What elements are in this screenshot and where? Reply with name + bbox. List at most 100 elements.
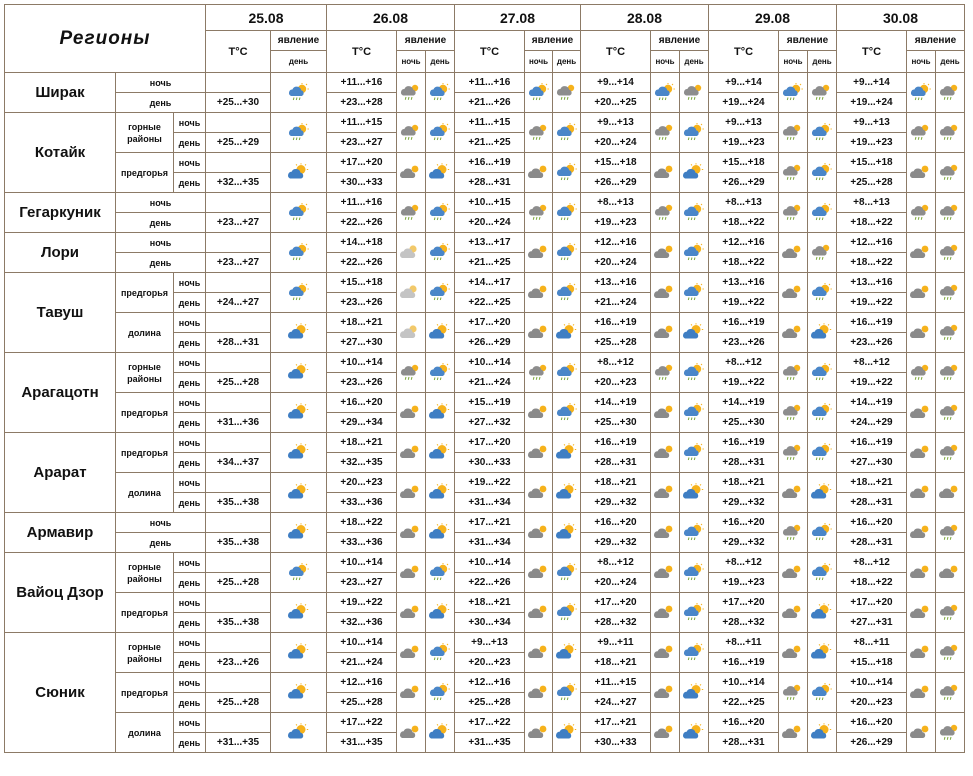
weather-cell	[679, 152, 709, 193]
weather-cell	[650, 472, 680, 513]
weather-cell	[679, 312, 709, 353]
cloud-icon	[937, 563, 963, 581]
weather-cell	[650, 632, 680, 673]
weather-cell	[679, 592, 709, 633]
temp-day: +32...+35	[205, 172, 271, 193]
weather-cell	[807, 672, 837, 713]
weather-cell	[778, 712, 808, 753]
weather-cell	[270, 72, 327, 113]
temp-day: +18...+22	[836, 252, 907, 273]
zone-label: предгорья	[115, 672, 174, 713]
weather-cell	[270, 312, 327, 353]
temp-day: +35...+38	[205, 532, 271, 553]
weather-cell	[807, 352, 837, 393]
sun-cloud-icon	[681, 723, 707, 741]
temp-night: +14...+18	[326, 232, 397, 253]
phenomenon-header: явление	[778, 30, 837, 51]
temp-day: +30...+33	[580, 732, 651, 753]
cloud-icon	[526, 643, 552, 661]
weather-cell	[396, 312, 426, 353]
temp-day: +27...+31	[836, 612, 907, 633]
temp-day: +22...+25	[708, 692, 779, 713]
temp-day: +23...+26	[836, 332, 907, 353]
period-day: день	[115, 92, 206, 113]
temp-night: +16...+19	[580, 312, 651, 333]
temp-day: +21...+25	[454, 132, 525, 153]
sun-cloud-icon	[809, 323, 835, 341]
weather-cell	[270, 632, 327, 673]
weather-cell	[906, 232, 936, 273]
sun-cloud-rain-icon	[809, 563, 835, 581]
temp-night: +20...+23	[326, 472, 397, 493]
sun-cloud-rain-icon	[681, 203, 707, 221]
temp-night: +9...+14	[836, 72, 907, 93]
period-day: день	[173, 132, 206, 153]
weather-cell	[425, 712, 455, 753]
weather-cell	[807, 152, 837, 193]
temp-day: +26...+29	[580, 172, 651, 193]
day-subheader: день	[935, 50, 965, 73]
weather-cell	[679, 352, 709, 393]
weather-cell	[425, 72, 455, 113]
temp-night	[205, 512, 271, 533]
temp-day: +19...+22	[708, 372, 779, 393]
rain-cloud-icon	[652, 123, 678, 141]
sun-cloud-rain-icon	[809, 123, 835, 141]
temp-day: +25...+28	[580, 332, 651, 353]
weather-cell	[807, 232, 837, 273]
temp-night: +17...+21	[454, 512, 525, 533]
cloud-icon	[780, 323, 806, 341]
period-night: ночь	[173, 392, 206, 413]
weather-cell	[935, 712, 965, 753]
rain-cloud-icon	[937, 643, 963, 661]
zone-label: долина	[115, 312, 174, 353]
weather-cell	[906, 72, 936, 113]
zone-label: предгорья	[115, 272, 174, 313]
weather-cell	[650, 312, 680, 353]
temp-day: +20...+23	[836, 692, 907, 713]
sun-cloud-icon	[809, 483, 835, 501]
sun-cloud-rain-icon	[286, 283, 312, 301]
sun-cloud-rain-icon	[554, 683, 580, 701]
period-night: ночь	[173, 112, 206, 133]
sun-cloud-icon	[286, 443, 312, 461]
rain-cloud-icon	[937, 83, 963, 101]
weather-cell	[425, 592, 455, 633]
rain-cloud-icon	[398, 203, 424, 221]
sun-cloud-rain-icon	[681, 443, 707, 461]
temp-day: +29...+34	[326, 412, 397, 433]
temp-day: +29...+32	[580, 492, 651, 513]
temp-night: +18...+21	[836, 472, 907, 493]
cloud-icon	[780, 643, 806, 661]
weather-cell	[679, 72, 709, 113]
rain-cloud-icon	[937, 603, 963, 621]
sun-cloud-icon	[286, 363, 312, 381]
rain-cloud-icon	[554, 83, 580, 101]
temp-night: +8...+12	[836, 552, 907, 573]
period-night: ночь	[173, 352, 206, 373]
weather-cell	[524, 592, 553, 633]
table-row: Арагацотн горные районы ночь +10...+14 +10..…	[4, 352, 965, 433]
temp-day: +15...+18	[836, 652, 907, 673]
period-night: ночь	[173, 432, 206, 453]
table-row: Арарат предгорья ночь +18...+21 +17...+20 +16…	[4, 432, 965, 513]
temp-night: +16...+20	[836, 712, 907, 733]
date-header: 28.08	[580, 4, 709, 31]
temp-night: +14...+17	[454, 272, 525, 293]
weather-cell	[778, 592, 808, 633]
sun-cloud-icon	[681, 163, 707, 181]
temp-night: +8...+12	[580, 352, 651, 373]
weather-cell	[396, 512, 426, 553]
temp-night: +12...+16	[836, 232, 907, 253]
temp-night: +16...+19	[836, 312, 907, 333]
weather-cell	[552, 552, 581, 593]
cloud-icon	[652, 483, 678, 501]
date-header: 26.08	[326, 4, 455, 31]
weather-cell	[425, 312, 455, 353]
cloud-icon	[652, 283, 678, 301]
weather-cell	[778, 552, 808, 593]
cloud-icon	[526, 243, 552, 261]
temp-night: +10...+14	[326, 552, 397, 573]
weather-cell	[396, 152, 426, 193]
weather-cell	[524, 432, 553, 473]
